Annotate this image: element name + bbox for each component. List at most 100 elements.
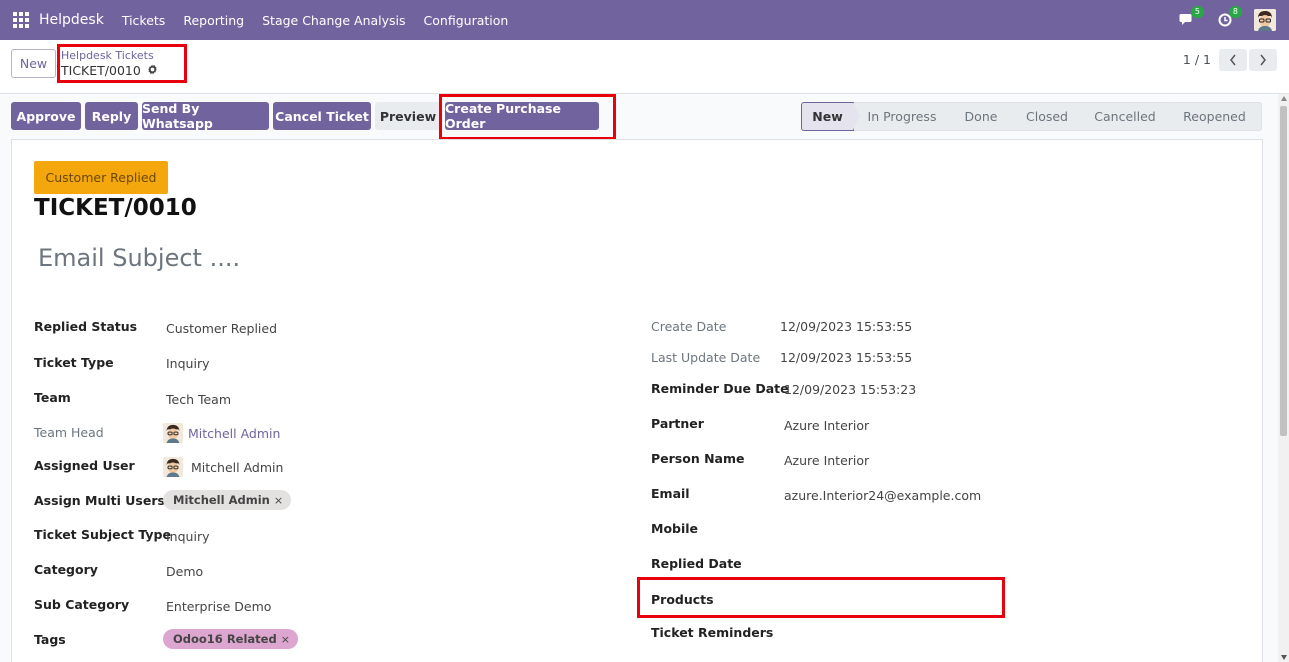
- status-ribbon: Customer Replied: [34, 161, 168, 194]
- stage-new-label: New: [812, 109, 843, 124]
- assign-multi-users-label: Assign Multi Users: [34, 493, 165, 508]
- reminder-due-date-value[interactable]: 12/09/2023 15:53:23: [784, 382, 916, 397]
- sub-category-label: Sub Category: [34, 597, 130, 612]
- create-date-label: Create Date: [651, 319, 727, 334]
- reminder-due-date-label: Reminder Due Date: [651, 381, 789, 396]
- tag-label: Mitchell Admin: [173, 493, 270, 507]
- apps-grid-icon[interactable]: [12, 11, 30, 29]
- activities-count-badge: 8: [1228, 6, 1242, 18]
- tag-label: Odoo16 Related: [173, 632, 277, 646]
- stage-bar: New In Progress Done Closed Cancelled Re…: [801, 102, 1262, 131]
- team-head-value[interactable]: Mitchell Admin: [188, 426, 280, 441]
- user-avatar-icon: [1254, 9, 1276, 31]
- stage-new[interactable]: New: [801, 102, 860, 131]
- last-update-date-value: 12/09/2023 15:53:55: [780, 350, 913, 365]
- preview-button[interactable]: Preview: [375, 102, 441, 130]
- control-panel: New Helpdesk Tickets TICKET/0010 1 / 1: [0, 40, 1289, 94]
- scroll-thumb[interactable]: [1280, 106, 1287, 436]
- send-by-whatsapp-button[interactable]: Send By Whatsapp: [142, 101, 269, 131]
- user-avatar[interactable]: [1254, 9, 1276, 31]
- app-brand[interactable]: Helpdesk: [39, 12, 104, 28]
- ticket-name: TICKET/0010: [34, 195, 197, 221]
- create-date-value: 12/09/2023 15:53:55: [780, 319, 913, 334]
- avatar-icon: [163, 423, 183, 443]
- team-head-label: Team Head: [34, 425, 104, 440]
- breadcrumb-current: TICKET/0010: [61, 63, 158, 78]
- avatar-icon: [163, 457, 183, 477]
- stage-reopened[interactable]: Reopened: [1168, 102, 1262, 131]
- assigned-user-value[interactable]: Mitchell Admin: [191, 460, 283, 475]
- status-bar: Approve Reply Send By Whatsapp Cancel Ti…: [0, 94, 1278, 140]
- breadcrumb-parent[interactable]: Helpdesk Tickets: [61, 49, 154, 62]
- menu-configuration[interactable]: Configuration: [424, 13, 509, 28]
- pager-previous-button[interactable]: [1219, 49, 1247, 71]
- scroll-down-arrow-icon[interactable]: [1281, 655, 1287, 660]
- cancel-ticket-button[interactable]: Cancel Ticket: [273, 102, 371, 130]
- replied-status-label: Replied Status: [34, 319, 138, 334]
- chevron-left-icon: [1230, 54, 1236, 66]
- partner-label: Partner: [651, 416, 704, 431]
- stage-done[interactable]: Done: [950, 102, 1019, 131]
- stage-separator: [1012, 102, 1019, 130]
- assigned-user-avatar: [163, 457, 183, 477]
- replied-status-value[interactable]: Customer Replied: [166, 321, 277, 336]
- sub-category-value[interactable]: Enterprise Demo: [166, 599, 271, 614]
- pager-next-button[interactable]: [1249, 49, 1277, 71]
- stage-in-progress-label: In Progress: [867, 109, 937, 124]
- assign-multi-users-tag[interactable]: Mitchell Admin ×: [163, 490, 292, 510]
- person-name-value[interactable]: Azure Interior: [784, 453, 869, 468]
- mobile-label: Mobile: [651, 521, 699, 536]
- odoo-tag[interactable]: Odoo16 Related ×: [163, 629, 298, 649]
- reply-button[interactable]: Reply: [85, 102, 138, 130]
- tags-label: Tags: [34, 632, 66, 647]
- partner-value[interactable]: Azure Interior: [784, 418, 869, 433]
- pager-value[interactable]: 1 / 1: [1183, 52, 1211, 67]
- stage-separator: [950, 102, 957, 130]
- ticket-type-label: Ticket Type: [34, 355, 114, 370]
- email-label: Email: [651, 486, 690, 501]
- ticket-subject-type-label: Ticket Subject Type: [34, 527, 171, 542]
- ticket-type-value[interactable]: Inquiry: [166, 356, 209, 371]
- gear-icon[interactable]: [147, 63, 158, 78]
- top-navbar: Helpdesk Tickets Reporting Stage Change …: [0, 0, 1289, 40]
- stage-separator: [1082, 102, 1089, 130]
- messages-count-badge: 5: [1190, 6, 1204, 18]
- email-value[interactable]: azure.Interior24@example.com: [784, 488, 981, 503]
- replied-date-label: Replied Date: [651, 556, 742, 571]
- stage-separator: [853, 102, 860, 130]
- email-subject-input[interactable]: Email Subject ....: [38, 244, 240, 272]
- ticket-reminders-label: Ticket Reminders: [651, 625, 774, 640]
- ticket-subject-type-value[interactable]: Inquiry: [166, 529, 209, 544]
- vertical-scrollbar[interactable]: [1278, 94, 1289, 662]
- approve-button[interactable]: Approve: [11, 102, 81, 130]
- assigned-user-label: Assigned User: [34, 458, 135, 473]
- category-value[interactable]: Demo: [166, 564, 203, 579]
- scroll-up-arrow-icon[interactable]: [1281, 96, 1287, 101]
- stage-done-label: Done: [964, 109, 998, 124]
- stage-closed[interactable]: Closed: [1012, 102, 1089, 131]
- chevron-right-icon: [1260, 54, 1266, 66]
- menu-reporting[interactable]: Reporting: [183, 13, 244, 28]
- stage-separator: [1168, 102, 1175, 130]
- breadcrumb-current-label: TICKET/0010: [61, 63, 141, 78]
- products-label: Products: [651, 592, 714, 607]
- team-label: Team: [34, 390, 71, 405]
- stage-reopened-label: Reopened: [1183, 109, 1246, 124]
- last-update-date-label: Last Update Date: [651, 350, 761, 365]
- stage-in-progress[interactable]: In Progress: [854, 102, 957, 131]
- team-value[interactable]: Tech Team: [166, 392, 231, 407]
- create-po-highlight: [439, 94, 616, 140]
- remove-tag-icon[interactable]: ×: [274, 494, 283, 507]
- menu-stage-change-analysis[interactable]: Stage Change Analysis: [262, 13, 405, 28]
- team-head-avatar: [163, 423, 183, 443]
- stage-closed-label: Closed: [1026, 109, 1068, 124]
- activities-button[interactable]: 8: [1216, 6, 1242, 29]
- person-name-label: Person Name: [651, 451, 745, 466]
- menu-tickets[interactable]: Tickets: [122, 13, 166, 28]
- remove-tag-icon[interactable]: ×: [281, 633, 290, 646]
- category-label: Category: [34, 562, 98, 577]
- stage-cancelled-label: Cancelled: [1094, 109, 1156, 124]
- stage-cancelled[interactable]: Cancelled: [1082, 102, 1175, 131]
- new-button[interactable]: New: [11, 49, 56, 78]
- messages-button[interactable]: 5: [1178, 6, 1204, 29]
